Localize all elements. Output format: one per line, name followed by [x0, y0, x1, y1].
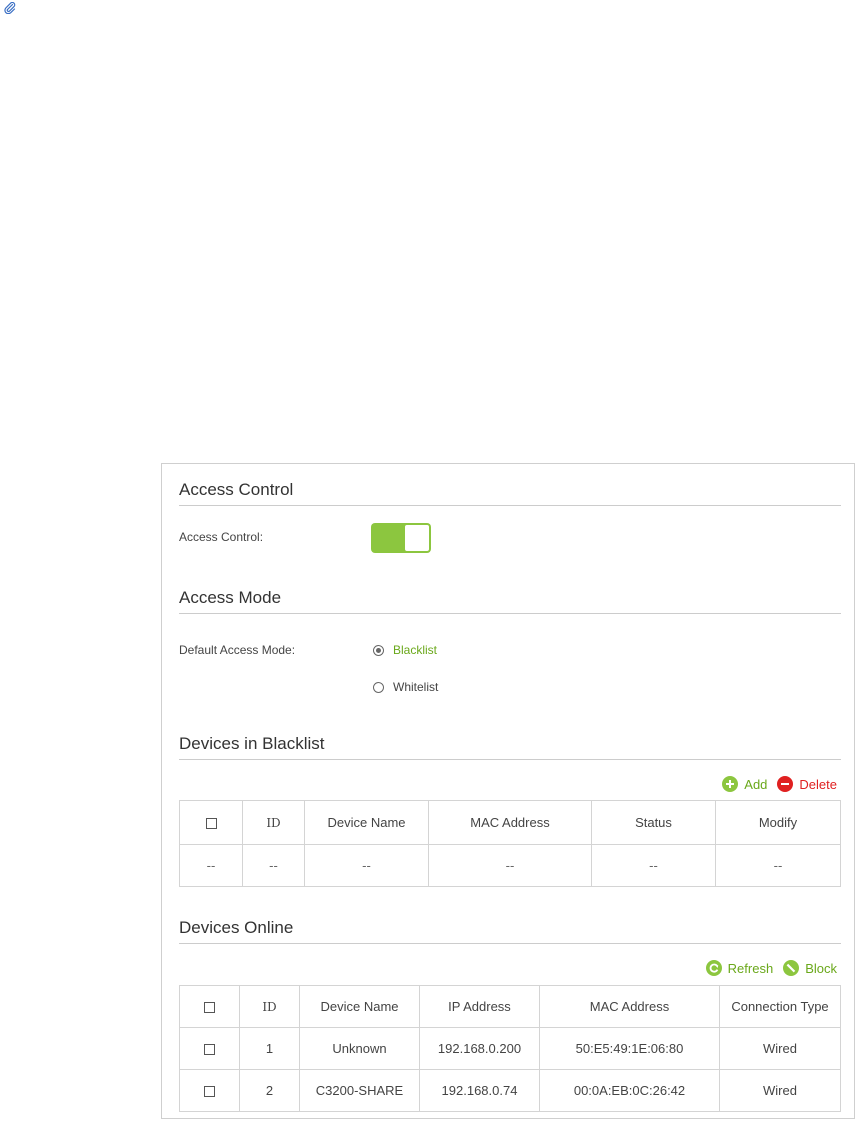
select-all-checkbox[interactable]	[205, 818, 217, 830]
refresh-button[interactable]: Refresh	[705, 960, 774, 976]
row-connection-type: Wired	[719, 1027, 841, 1070]
delete-icon	[777, 776, 794, 792]
row-modify: --	[715, 844, 841, 887]
row-device-name: --	[304, 844, 429, 887]
radio-button[interactable]	[373, 681, 384, 693]
blacklist-actions: Add Delete	[712, 776, 837, 792]
access-mode-section-title: Access Mode	[179, 588, 841, 614]
radio-blacklist[interactable]: Blacklist	[373, 643, 437, 657]
blacklist-section-title: Devices in Blacklist	[179, 734, 841, 760]
column-header-mac-address: MAC Address	[428, 800, 592, 845]
row-id: 1	[239, 1027, 300, 1070]
online-header-row: ID Device Name IP Address MAC Address Co…	[179, 985, 841, 1028]
row-id: 2	[239, 1069, 300, 1112]
table-row: -- -- -- -- -- --	[179, 844, 841, 887]
row-device-name: C3200-SHARE	[299, 1069, 420, 1112]
delete-label: Delete	[799, 776, 837, 792]
column-header-ip-address: IP Address	[419, 985, 540, 1028]
column-header-status: Status	[591, 800, 716, 845]
select-all-checkbox[interactable]	[204, 1002, 215, 1014]
row-status: --	[591, 844, 716, 887]
column-header-id: ID	[242, 800, 305, 845]
row-ip-address: 192.168.0.200	[419, 1027, 540, 1070]
block-button[interactable]: Block	[783, 960, 837, 976]
radio-whitelist[interactable]: Whitelist	[373, 680, 438, 694]
column-header-id: ID	[239, 985, 300, 1028]
devices-online-table: ID Device Name IP Address MAC Address Co…	[179, 985, 841, 1112]
column-header-device-name: Device Name	[304, 800, 429, 845]
toggle-knob	[404, 524, 430, 552]
row-connection-type: Wired	[719, 1069, 841, 1112]
default-access-mode-label: Default Access Mode:	[179, 643, 296, 657]
column-header-modify: Modify	[715, 800, 841, 845]
access-control-panel: Access Control Access Control: Access Mo…	[161, 463, 855, 1119]
access-control-section-title: Access Control	[179, 480, 841, 506]
row-id: --	[242, 844, 305, 887]
row-checkbox[interactable]	[204, 1086, 215, 1098]
block-icon	[783, 960, 800, 976]
add-label: Add	[744, 776, 768, 792]
refresh-label: Refresh	[727, 960, 774, 976]
select-all-cell	[179, 800, 243, 845]
row-mac-address: 50:E5:49:1E:06:80	[539, 1027, 720, 1070]
row-mac-address: 00:0A:EB:0C:26:42	[539, 1069, 720, 1112]
paperclip-icon	[4, 2, 16, 14]
row-checkbox[interactable]	[204, 1044, 215, 1056]
row-mac-address: --	[428, 844, 592, 887]
column-header-device-name: Device Name	[299, 985, 420, 1028]
row-device-name: Unknown	[299, 1027, 420, 1070]
access-control-label: Access Control:	[179, 530, 264, 544]
block-label: Block	[805, 960, 837, 976]
radio-blacklist-label: Blacklist	[393, 643, 438, 657]
devices-online-section-title: Devices Online	[179, 918, 841, 944]
refresh-icon	[705, 960, 722, 976]
add-button[interactable]: Add	[722, 776, 767, 792]
row-checkbox-cell	[179, 1069, 240, 1112]
blacklist-header-row: ID Device Name MAC Address Status Modify	[179, 800, 841, 845]
online-actions: Refresh Block	[696, 960, 837, 976]
table-row: 1 Unknown 192.168.0.200 50:E5:49:1E:06:8…	[179, 1027, 841, 1070]
blacklist-table: ID Device Name MAC Address Status Modify…	[179, 800, 841, 887]
row-ip-address: 192.168.0.74	[419, 1069, 540, 1112]
row-check-placeholder: --	[179, 844, 243, 887]
row-checkbox-cell	[179, 1027, 240, 1070]
delete-button[interactable]: Delete	[777, 776, 837, 792]
column-header-connection-type: Connection Type	[719, 985, 841, 1028]
radio-whitelist-label: Whitelist	[393, 680, 439, 694]
column-header-mac-address: MAC Address	[539, 985, 720, 1028]
select-all-cell	[179, 985, 240, 1028]
table-row: 2 C3200-SHARE 192.168.0.74 00:0A:EB:0C:2…	[179, 1069, 841, 1112]
radio-button-checked[interactable]	[373, 644, 384, 656]
add-icon	[722, 776, 739, 792]
access-control-toggle[interactable]	[371, 523, 431, 553]
